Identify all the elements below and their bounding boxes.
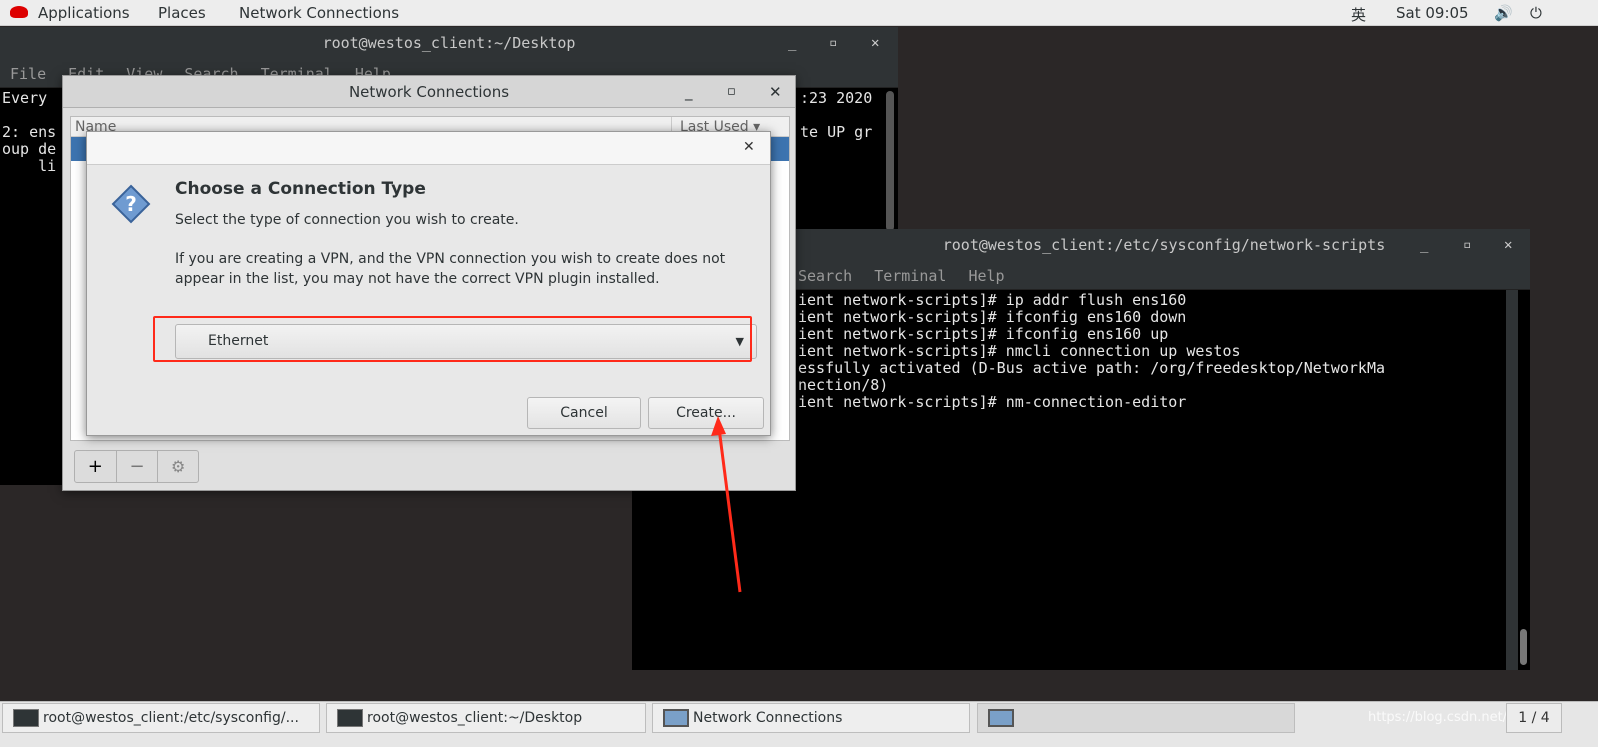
window-title: Network Connections (348, 83, 510, 101)
maximize-button[interactable]: ▫ (829, 27, 837, 60)
close-button[interactable]: ✕ (769, 76, 782, 108)
terminal-line: nection/8) (798, 376, 889, 394)
terminal-icon (337, 709, 363, 727)
taskbar-item-dialog[interactable] (977, 703, 1295, 733)
terminal-icon (13, 709, 39, 727)
window-title: root@westos_client:/etc/sysconfig/networ… (942, 236, 1386, 254)
menu-terminal[interactable]: Terminal (874, 267, 946, 285)
taskbar-item-network-scripts[interactable]: root@westos_client:/etc/sysconfig/... (2, 703, 320, 733)
taskbar-item-network-connections[interactable]: Network Connections (652, 703, 970, 733)
gear-icon[interactable]: ⚙ (158, 451, 198, 482)
power-icon[interactable]: ⏻ (1530, 4, 1542, 22)
places-menu[interactable]: Places (158, 4, 206, 22)
minimize-button[interactable]: _ (685, 76, 693, 108)
scrollbar[interactable] (886, 91, 894, 231)
menu-help[interactable]: Help (968, 267, 1004, 285)
terminal-line: :23 2020 (800, 89, 873, 107)
window-title: root@westos_client:~/Desktop (322, 34, 576, 52)
scrollbar[interactable] (1520, 629, 1527, 665)
top-bar: Applications Places Network Connections … (0, 0, 1598, 26)
question-icon: ? (111, 184, 151, 224)
terminal-line: oup de (2, 140, 57, 158)
clock[interactable]: Sat 09:05 (1396, 4, 1469, 22)
close-icon[interactable]: ✕ (743, 139, 755, 155)
app-menu[interactable]: Network Connections (239, 4, 399, 22)
input-method[interactable]: 英 (1351, 4, 1366, 25)
network-icon (988, 709, 1014, 727)
remove-connection-button[interactable]: − (117, 451, 159, 482)
terminal-line: ient network-scripts]# nmcli connection … (798, 342, 1241, 360)
workspace-indicator[interactable]: 1 / 4 (1506, 703, 1562, 733)
choose-connection-type-dialog[interactable]: ✕ ? Choose a Connection Type Select the … (86, 131, 771, 436)
annotation-arrow (711, 416, 742, 593)
terminal-line: te UP gr (800, 123, 873, 141)
cancel-button[interactable]: Cancel (527, 397, 641, 429)
maximize-button[interactable]: ▫ (1463, 229, 1471, 262)
terminal-line: ient network-scripts]# nm-connection-edi… (798, 393, 1187, 411)
minimize-button[interactable]: _ (1420, 229, 1428, 262)
terminal-line: essfully activated (D-Bus active path: /… (798, 359, 1385, 377)
annotation-highlight-box (153, 316, 752, 362)
menu-search[interactable]: Search (798, 267, 852, 285)
maximize-button[interactable]: ▫ (727, 76, 736, 108)
close-button[interactable]: ✕ (1504, 229, 1512, 262)
svg-text:?: ? (125, 192, 137, 216)
redhat-logo-icon (10, 6, 28, 18)
terminal-line: li (2, 157, 57, 175)
dialog-subtitle: Select the type of connection you wish t… (175, 212, 519, 228)
add-connection-button[interactable]: + (75, 451, 117, 482)
volume-icon[interactable]: 🔊 (1494, 4, 1513, 22)
taskbar-item-desktop[interactable]: root@westos_client:~/Desktop (326, 703, 646, 733)
dialog-heading: Choose a Connection Type (175, 179, 426, 199)
terminal-line: 2: ens (2, 123, 57, 141)
terminal-line: Every (2, 89, 48, 107)
terminal-line: ient network-scripts]# ip addr flush ens… (798, 291, 1187, 309)
close-button[interactable]: ✕ (871, 27, 879, 60)
minimize-button[interactable]: _ (788, 27, 796, 60)
network-icon (663, 709, 689, 727)
terminal-line: ient network-scripts]# ifconfig ens160 u… (798, 325, 1169, 343)
menu-file[interactable]: File (10, 65, 46, 83)
terminal-line: ient network-scripts]# ifconfig ens160 d… (798, 308, 1187, 326)
dialog-body: If you are creating a VPN, and the VPN c… (175, 251, 726, 287)
applications-menu[interactable]: Applications (38, 4, 130, 22)
